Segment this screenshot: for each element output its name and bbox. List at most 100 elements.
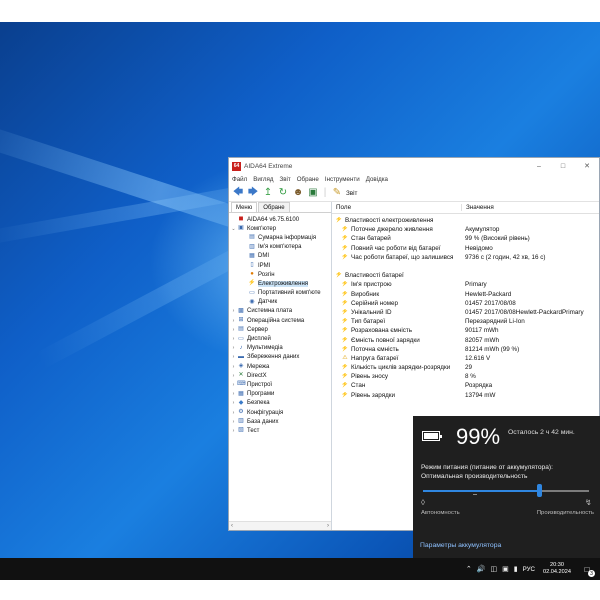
- table-row[interactable]: ⚡ Тип батареї Перезарядний Li-Ion: [332, 317, 599, 326]
- table-row[interactable]: ⚡ Рівень зарядки 13794 mW: [332, 391, 599, 400]
- tree-item[interactable]: ⚡ Електроживлення: [229, 279, 331, 288]
- tree-item[interactable]: ● Розгін: [229, 270, 331, 279]
- menu-item[interactable]: Вигляд: [253, 176, 273, 183]
- table-row[interactable]: ⚡ Ємність повної зарядки 82057 mWh: [332, 335, 599, 344]
- back-arrow-icon[interactable]: 🡄: [232, 187, 244, 199]
- volume-icon[interactable]: 🔊: [477, 565, 486, 573]
- tree-item[interactable]: › ▦ Програми: [229, 390, 331, 399]
- table-row[interactable]: ⚡ Стан Розрядка: [332, 381, 599, 390]
- column-header-value[interactable]: Значення: [461, 204, 599, 211]
- table-row[interactable]: ⚡ Поточна ємність 81214 mWh (99 %): [332, 345, 599, 354]
- table-row[interactable]: ⚡ Виробник Hewlett-Packard: [332, 290, 599, 299]
- tree-item[interactable]: ◉ Датчик: [229, 298, 331, 307]
- expand-right-icon[interactable]: ›: [230, 419, 237, 425]
- menu-item[interactable]: Обране: [297, 176, 319, 183]
- tree-item-label: Сервер: [247, 326, 268, 333]
- menu-item[interactable]: Довідка: [366, 176, 388, 183]
- tree-item[interactable]: › ▩ Системна плата: [229, 307, 331, 316]
- tree-item[interactable]: › ✕ DirectX: [229, 371, 331, 380]
- title-bar[interactable]: 64 AIDA64 Extreme – □ ✕: [229, 158, 599, 174]
- expand-right-icon[interactable]: ›: [230, 354, 237, 360]
- report-button-label[interactable]: Звіт: [346, 190, 357, 197]
- table-row[interactable]: ⚡ Час роботи батареї, що залишився 9736 с …: [332, 253, 599, 262]
- table-row[interactable]: ⚡ Унікальний ID 01457 2017/08/08Hewlett-Pa…: [332, 308, 599, 317]
- menu-item[interactable]: Звіт: [280, 176, 291, 183]
- tree-item[interactable]: › ▧ Тест: [229, 426, 331, 435]
- menu-item[interactable]: Інструменти: [325, 176, 360, 183]
- chevron-up-icon[interactable]: ⌃: [466, 565, 472, 573]
- tree-item[interactable]: › ▤ Сервер: [229, 325, 331, 334]
- close-button[interactable]: ✕: [575, 158, 599, 174]
- power-mode-slider-thumb[interactable]: [537, 484, 543, 497]
- notification-center-icon[interactable]: □ 3: [580, 562, 595, 577]
- tree-item[interactable]: › ⊞ Операційна система: [229, 316, 331, 325]
- table-group-row[interactable]: ⚡ Властивості батареї: [332, 271, 599, 280]
- tree-item[interactable]: ⌄ ▣ Комп'ютер: [229, 224, 331, 233]
- table-row[interactable]: ⚡ Серійний номер 01457 2017/08/08: [332, 299, 599, 308]
- field-name: Напруга батареї: [351, 354, 399, 362]
- table-row[interactable]: ⚡ Розрахована ємність 90117 mWh: [332, 326, 599, 335]
- table-row[interactable]: ⚡ Кількість циклів зарядки-розрядки 29: [332, 363, 599, 372]
- forward-arrow-icon[interactable]: 🡆: [247, 187, 259, 199]
- table-row[interactable]: ⚡ Повний час роботи від батареї Невідомо: [332, 244, 599, 253]
- expand-right-icon[interactable]: ›: [230, 400, 237, 406]
- language-indicator[interactable]: РУС: [523, 566, 535, 573]
- user-icon[interactable]: ☻: [292, 187, 304, 199]
- expand-right-icon[interactable]: ›: [230, 327, 237, 333]
- expand-right-icon[interactable]: ›: [230, 336, 237, 342]
- menu-item[interactable]: Файл: [232, 176, 247, 183]
- report-icon[interactable]: ✎: [331, 187, 343, 199]
- expand-right-icon[interactable]: ›: [230, 364, 237, 370]
- tab-menu[interactable]: Меню: [231, 202, 258, 212]
- tree-item[interactable]: › ▥ База даних: [229, 417, 331, 426]
- expand-right-icon[interactable]: ›: [230, 308, 237, 314]
- up-arrow-icon[interactable]: ↥: [262, 187, 274, 199]
- table-row[interactable]: ⚡ Поточне джерело живлення Акумулятор: [332, 225, 599, 234]
- table-row[interactable]: ⚡ Стан батарей 99 % (Високий рівень): [332, 234, 599, 243]
- table-row[interactable]: ⚡ Ім'я пристрою Primary: [332, 280, 599, 289]
- tree-item[interactable]: ◼ AIDA64 v6.75.6100: [229, 215, 331, 224]
- tree-item[interactable]: ▦ DMI: [229, 252, 331, 261]
- maximize-button[interactable]: □: [551, 158, 575, 174]
- battery-settings-link[interactable]: Параметры аккумулятора: [420, 542, 501, 549]
- navigation-tree: ◼ AIDA64 v6.75.6100 ⌄ ▣ Комп'ютер ▤ Сумарна ін…: [229, 213, 331, 436]
- table-row[interactable]: ⚠ Напруга батареї 12.616 V: [332, 354, 599, 363]
- expand-right-icon[interactable]: ›: [230, 373, 237, 379]
- tree-item[interactable]: ▤ Сумарна інформація: [229, 233, 331, 242]
- tree-item[interactable]: › ⌨ Пристрої: [229, 380, 331, 389]
- scroll-left-icon[interactable]: ‹: [231, 523, 233, 529]
- tree-item[interactable]: › ▭ Дисплей: [229, 334, 331, 343]
- scroll-right-icon[interactable]: ›: [327, 523, 329, 529]
- field-cell: ⚡ Виробник: [332, 291, 461, 298]
- tree-item[interactable]: › ◈ Мережа: [229, 362, 331, 371]
- field-name: Виробник: [351, 290, 380, 298]
- network-icon[interactable]: ◫: [491, 565, 498, 573]
- tree-item[interactable]: › ⚙ Конфігурація: [229, 408, 331, 417]
- expand-right-icon[interactable]: ›: [230, 345, 237, 351]
- expand-down-icon[interactable]: ⌄: [230, 226, 237, 232]
- expand-right-icon[interactable]: ›: [230, 382, 237, 388]
- table-row[interactable]: ⚡ Рівень зносу 8 %: [332, 372, 599, 381]
- tab-favorites[interactable]: Обране: [258, 202, 290, 212]
- battery-tray-icon[interactable]: ▮: [514, 565, 518, 573]
- expand-right-icon[interactable]: ›: [230, 391, 237, 397]
- horizontal-scrollbar[interactable]: ‹ ›: [229, 521, 331, 530]
- value-cell: Акумулятор: [465, 226, 500, 234]
- tree-item[interactable]: ▭ Портативний комп'юте: [229, 289, 331, 298]
- minimize-button[interactable]: –: [527, 158, 551, 174]
- clock[interactable]: 20:30 02.04.2024: [543, 562, 571, 576]
- expand-right-icon[interactable]: ›: [230, 428, 237, 434]
- expand-right-icon[interactable]: ›: [230, 410, 237, 416]
- refresh-icon[interactable]: ↻: [277, 187, 289, 199]
- column-header-field[interactable]: Поле: [332, 204, 461, 211]
- taskbar-app-icon[interactable]: ▣: [502, 565, 509, 573]
- tree-item[interactable]: › ◆ Безпека: [229, 399, 331, 408]
- expand-right-icon[interactable]: ›: [230, 318, 237, 324]
- power-mode-slider[interactable]: [423, 490, 589, 492]
- table-group-row[interactable]: ⚡ Властивості електроживлення: [332, 216, 599, 225]
- tree-item[interactable]: › ♪ Мультимедіа: [229, 344, 331, 353]
- tree-item[interactable]: ▯ IPMI: [229, 261, 331, 270]
- tree-item[interactable]: ▥ Ім'я комп'ютера: [229, 243, 331, 252]
- tree-item[interactable]: › ▬ Збереження даних: [229, 353, 331, 362]
- chart-icon[interactable]: ▣: [307, 187, 319, 199]
